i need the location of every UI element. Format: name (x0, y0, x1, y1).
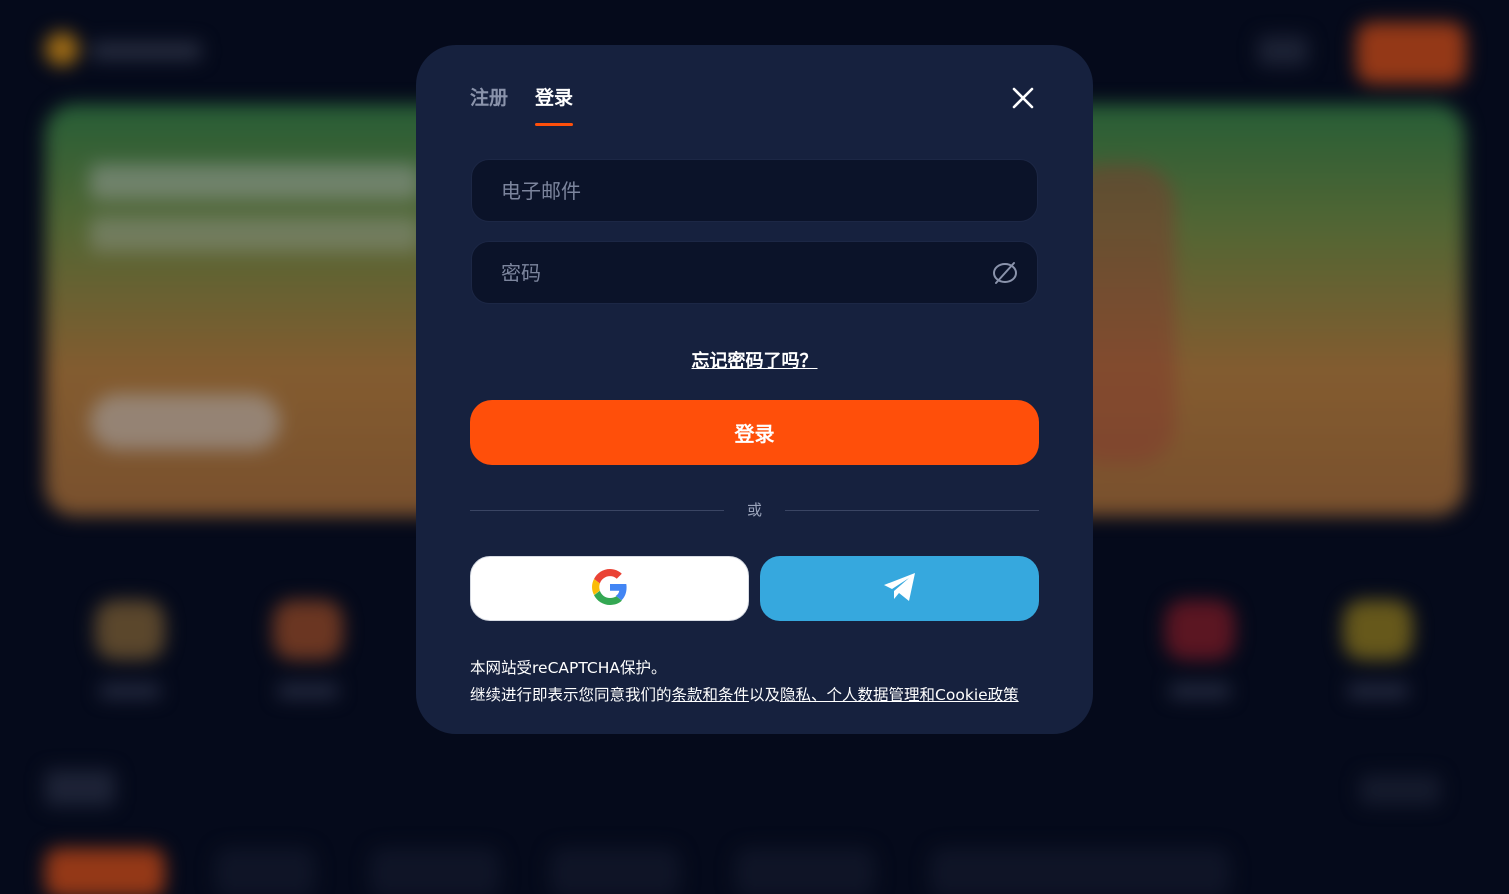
google-login-button[interactable] (470, 556, 749, 621)
login-button[interactable]: 登录 (470, 400, 1039, 465)
legal-notice: 本网站受reCAPTCHA保护。 继续进行即表示您同意我们的条款和条件以及隐私、… (470, 655, 1050, 709)
terms-link[interactable]: 条款和条件 (672, 686, 750, 704)
email-input[interactable] (472, 160, 1037, 221)
tab-register[interactable]: 注册 (470, 83, 508, 124)
forgot-password-row: 忘记密码了吗？ (416, 347, 1093, 373)
privacy-link[interactable]: 隐私、个人数据管理和Cookie政策 (780, 686, 1019, 704)
email-field[interactable] (471, 159, 1038, 222)
password-input[interactable] (472, 242, 1037, 303)
terms-notice: 继续进行即表示您同意我们的条款和条件以及隐私、个人数据管理和Cookie政策 (470, 686, 1019, 704)
telegram-icon (882, 571, 918, 607)
or-divider: 或 (470, 499, 1039, 521)
recaptcha-notice: 本网站受reCAPTCHA保护。 (470, 659, 667, 677)
close-icon[interactable] (1008, 83, 1038, 113)
login-modal: 注册 登录 忘记密码了吗？ 登录 或 (416, 45, 1093, 734)
tab-login[interactable]: 登录 (535, 83, 574, 126)
password-field[interactable] (471, 241, 1038, 304)
eye-off-icon[interactable] (991, 259, 1019, 287)
forgot-password-link[interactable]: 忘记密码了吗？ (692, 351, 818, 372)
auth-tabs: 注册 登录 (470, 83, 574, 126)
telegram-login-button[interactable] (760, 556, 1039, 621)
google-icon (591, 568, 628, 609)
